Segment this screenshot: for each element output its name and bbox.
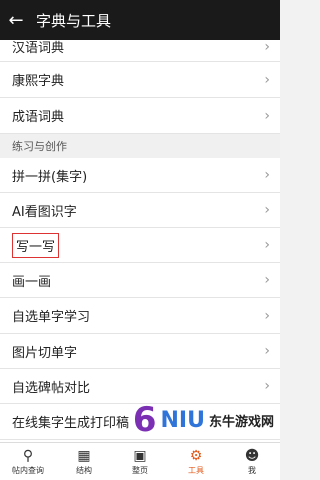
user-icon: ☻ (244, 447, 260, 464)
list-item-write[interactable]: 写一写 › (0, 228, 280, 263)
list-item-stele-compare[interactable]: 自选碑帖对比 › (0, 369, 280, 404)
list-item-label: 在线集字生成打印稿 (12, 416, 130, 431)
tab-structure[interactable]: ▦ 结构 (56, 443, 112, 480)
chevron-right-icon: › (264, 272, 270, 288)
list-item-label: 拼一拼(集字) (12, 169, 88, 185)
structure-icon: ▦ (77, 447, 91, 464)
list-item-label: 成语词典 (12, 110, 65, 125)
list-item-chinese-dictionary[interactable]: 汉语词典 › (0, 40, 280, 62)
page-title: 字典与工具 (36, 11, 112, 30)
list-item-label: 康熙字典 (12, 74, 65, 89)
tools-list: 汉语词典 › 康熙字典 › 成语词典 › 练习与创作 拼一拼(集字) › AI看… (0, 40, 280, 442)
tab-label: 结构 (76, 465, 92, 475)
list-item-label-highlighted: 写一写 (12, 232, 60, 258)
chevron-right-icon: › (264, 202, 270, 218)
list-item-idiom-dictionary[interactable]: 成语词典 › (0, 98, 280, 134)
tab-tools[interactable]: ⚙ 工具 (168, 443, 224, 480)
list-item-single-char-study[interactable]: 自选单字学习 › (0, 298, 280, 334)
section-header-practice: 练习与创作 (0, 134, 280, 158)
list-item-ai-recognize[interactable]: AI看图识字 › (0, 193, 280, 228)
tab-label: 帖内查询 (12, 465, 44, 475)
list-item-label: 图片切单字 (12, 345, 78, 361)
list-item-label: 自选单字学习 (12, 310, 91, 325)
search-icon: ⚲ (22, 447, 34, 464)
tab-label: 工具 (188, 465, 204, 475)
list-item-pin-yi-pin[interactable]: 拼一拼(集字) › (0, 158, 280, 193)
page-icon: ▣ (133, 447, 147, 464)
chevron-right-icon: › (264, 343, 270, 359)
watermark-digit: 6 (132, 400, 157, 440)
back-arrow-icon: ← (8, 9, 24, 31)
tab-search-in-copybook[interactable]: ⚲ 帖内查询 (0, 443, 56, 480)
chevron-right-icon: › (264, 307, 270, 324)
list-item-label: AI看图识字 (12, 204, 77, 220)
list-item-image-cut[interactable]: 图片切单字 › (0, 334, 280, 369)
watermark-brand: NIU (160, 407, 205, 433)
tools-icon: ⚙ (189, 447, 203, 464)
section-title: 练习与创作 (12, 140, 67, 153)
list-item-kangxi-dictionary[interactable]: 康熙字典 › (0, 62, 280, 98)
title-bar: ← 字典与工具 (0, 0, 280, 40)
watermark-logo: 6 NIU 东牛游戏网 (133, 400, 274, 440)
list-item-label: 自选碑帖对比 (12, 380, 91, 396)
tab-label: 整页 (132, 465, 148, 475)
chevron-right-icon: › (264, 40, 270, 55)
chevron-right-icon: › (264, 107, 270, 124)
chevron-right-icon: › (264, 237, 270, 253)
chevron-right-icon: › (264, 167, 270, 183)
chevron-right-icon: › (264, 71, 270, 88)
bottom-tab-bar: ⚲ 帖内查询 ▦ 结构 ▣ 整页 ⚙ 工具 ☻ 我 (0, 442, 280, 480)
tab-whole-page[interactable]: ▣ 整页 (112, 443, 168, 480)
list-item-label: 汉语词典 (12, 41, 65, 56)
list-item-draw[interactable]: 画一画 › (0, 263, 280, 298)
chevron-right-icon: › (264, 378, 270, 394)
tab-label: 我 (248, 465, 256, 475)
list-item-label: 画一画 (12, 274, 52, 290)
watermark-site: 东牛游戏网 (208, 414, 274, 430)
back-button[interactable]: ← (0, 0, 32, 40)
tab-me[interactable]: ☻ 我 (224, 443, 280, 480)
